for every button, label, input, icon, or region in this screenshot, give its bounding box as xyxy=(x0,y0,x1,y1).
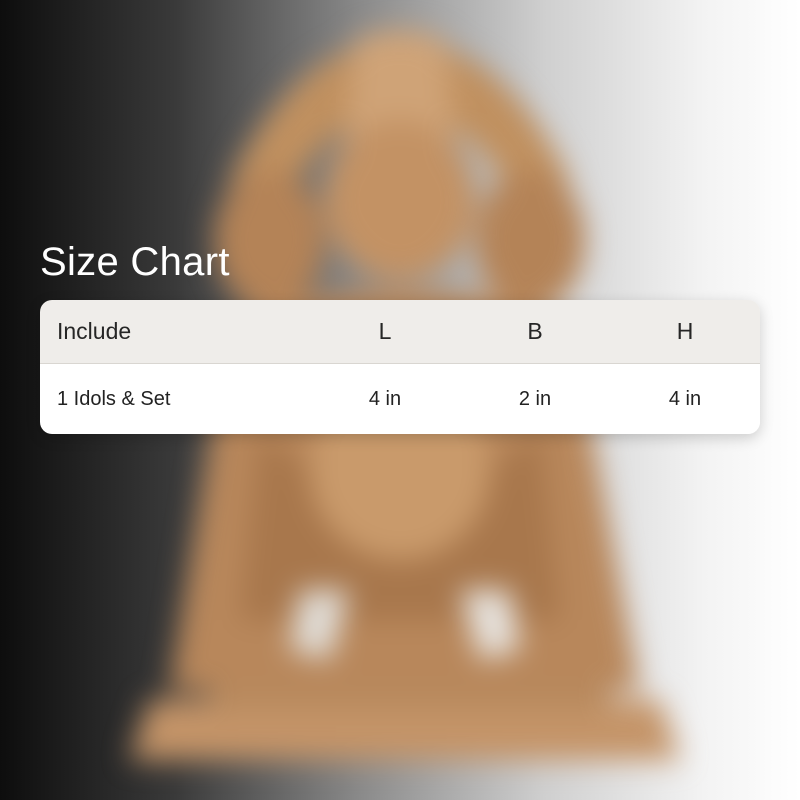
row-height-value: 4 in xyxy=(668,387,702,410)
row-include-value: 1 Idols & Set xyxy=(57,387,171,410)
table-header-row: Include L B H xyxy=(40,300,760,364)
row-length-value: 4 in xyxy=(368,387,402,410)
header-length: L xyxy=(378,318,392,344)
size-chart-title: Size Chart xyxy=(40,240,230,284)
row-breadth-value: 2 in xyxy=(518,387,552,410)
size-chart-table: Include L B H 1 Idols & Set 4 in 2 in 4 … xyxy=(40,300,760,434)
header-height: H xyxy=(676,318,694,344)
header-include: Include xyxy=(57,318,132,344)
table-row: 1 Idols & Set 4 in 2 in 4 in xyxy=(40,364,760,434)
header-breadth: B xyxy=(527,318,543,344)
